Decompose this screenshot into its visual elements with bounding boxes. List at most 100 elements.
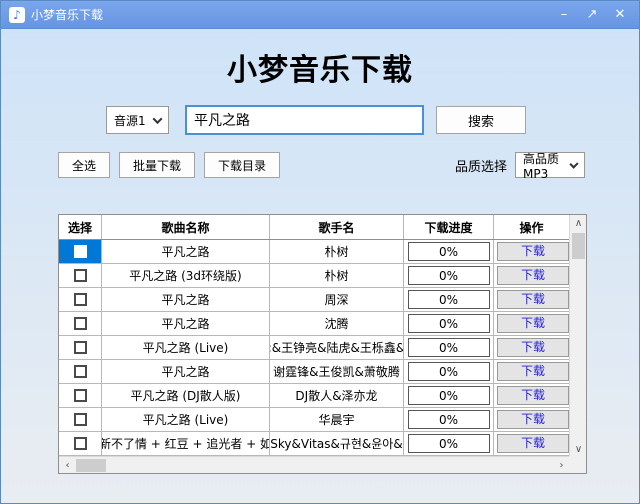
artist-name-cell: 沈腾: [270, 312, 404, 335]
grid-header-row: 选择 歌曲名称 歌手名 下载进度 操作: [59, 215, 569, 240]
scroll-right-icon[interactable]: ›: [553, 457, 570, 474]
row-checkbox[interactable]: [73, 437, 87, 450]
column-header-artist: 歌手名: [270, 215, 404, 239]
row-select-cell[interactable]: [59, 432, 102, 455]
row-checkbox[interactable]: [73, 317, 87, 330]
download-button[interactable]: 下载: [497, 266, 569, 285]
artist-name-cell: Sky&Vitas&규현&윤아&: [270, 432, 404, 455]
progress-cell: 0%: [404, 384, 494, 407]
progress-cell: 0%: [404, 408, 494, 431]
row-checkbox[interactable]: [73, 365, 87, 378]
minimize-button[interactable]: –: [557, 7, 571, 22]
quality-label: 品质选择: [454, 159, 507, 175]
select-all-button[interactable]: 全选: [58, 152, 111, 178]
row-select-cell[interactable]: [59, 360, 102, 383]
action-cell: 下载: [494, 360, 569, 383]
column-header-select: 选择: [59, 215, 102, 239]
progress-cell: 0%: [404, 288, 494, 311]
download-button[interactable]: 下载: [497, 362, 569, 381]
search-button[interactable]: 搜索: [436, 106, 526, 134]
progress-cell: 0%: [404, 240, 494, 263]
search-input[interactable]: [185, 105, 424, 135]
progress-box: 0%: [407, 338, 490, 357]
table-row: 平凡之路 (Live) ;&王铮亮&陆虎&王栎鑫& 0% 下载: [59, 336, 569, 360]
results-grid: 选择 歌曲名称 歌手名 下载进度 操作 平凡之路 朴树 0% 下载 平凡之路 (…: [58, 214, 587, 474]
search-row: 音源1 搜索: [106, 105, 639, 135]
download-button[interactable]: 下载: [497, 386, 569, 405]
song-name-cell: 平凡之路 (3d环绕版): [102, 264, 270, 287]
download-button[interactable]: 下载: [497, 242, 569, 261]
progress-box: 0%: [407, 290, 490, 309]
app-body: 小梦音乐下载 音源1 搜索 全选 批量下载 下载目录 品质选择 高品质MP3: [1, 29, 639, 503]
source-select-value: 音源1: [114, 113, 146, 128]
progress-box: 0%: [407, 242, 490, 261]
table-body: 平凡之路 朴树 0% 下载 平凡之路 (3d环绕版) 朴树 0% 下载 平凡之路…: [59, 240, 569, 456]
row-select-cell[interactable]: [59, 384, 102, 407]
quality-select-value: 高品质MP3: [523, 151, 560, 181]
table-row: 平凡之路 (3d环绕版) 朴树 0% 下载: [59, 264, 569, 288]
maximize-button[interactable]: ↗: [585, 7, 599, 22]
row-checkbox[interactable]: [73, 389, 87, 402]
scrollbar-corner: [569, 456, 586, 473]
batch-download-button[interactable]: 批量下载: [119, 152, 196, 178]
action-cell: 下载: [494, 408, 569, 431]
song-name-cell: 平凡之路 (DJ散人版): [102, 384, 270, 407]
row-checkbox[interactable]: [73, 413, 87, 426]
titlebar: ♪ 小梦音乐下载 – ↗ ✕: [1, 1, 639, 29]
artist-name-cell: 周深: [270, 288, 404, 311]
row-checkbox[interactable]: [73, 269, 87, 282]
action-cell: 下载: [494, 240, 569, 263]
row-checkbox[interactable]: [73, 293, 87, 306]
page-title: 小梦音乐下载: [227, 53, 413, 88]
window-title: 小梦音乐下载: [31, 8, 104, 22]
progress-box: 0%: [407, 266, 490, 285]
scroll-left-icon[interactable]: ‹: [59, 457, 76, 474]
download-button[interactable]: 下载: [497, 434, 569, 453]
progress-box: 0%: [407, 362, 490, 381]
artist-name-cell: 华晨宇: [270, 408, 404, 431]
action-cell: 下载: [494, 288, 569, 311]
row-checkbox[interactable]: [73, 245, 87, 258]
source-select[interactable]: 音源1: [106, 106, 169, 134]
scroll-up-icon[interactable]: ∧: [570, 215, 587, 232]
progress-box: 0%: [407, 386, 490, 405]
artist-name-cell: 谢霆锋&王俊凯&萧敬腾: [270, 360, 404, 383]
download-button[interactable]: 下载: [497, 338, 569, 357]
download-button[interactable]: 下载: [497, 290, 569, 309]
table-row: 平凡之路 朴树 0% 下载: [59, 240, 569, 264]
action-cell: 下载: [494, 336, 569, 359]
table-row: 平凡之路 谢霆锋&王俊凯&萧敬腾 0% 下载: [59, 360, 569, 384]
artist-name-cell: ;&王铮亮&陆虎&王栎鑫&: [270, 336, 404, 359]
row-select-cell[interactable]: [59, 240, 102, 263]
download-button[interactable]: 下载: [497, 410, 569, 429]
row-select-cell[interactable]: [59, 264, 102, 287]
row-select-cell[interactable]: [59, 408, 102, 431]
vertical-scroll-thumb[interactable]: [572, 233, 585, 259]
horizontal-scroll-thumb[interactable]: [76, 458, 106, 472]
song-name-cell: 平凡之路 (Live): [102, 336, 270, 359]
vertical-scrollbar[interactable]: ∧ ∨: [569, 215, 586, 458]
download-button[interactable]: 下载: [497, 314, 569, 333]
song-name-cell: 新不了情 + 红豆 + 追光者 + 如: [102, 432, 270, 455]
progress-cell: 0%: [404, 264, 494, 287]
column-header-song: 歌曲名称: [102, 215, 270, 239]
progress-box: 0%: [407, 410, 490, 429]
row-select-cell[interactable]: [59, 336, 102, 359]
grid-content: 选择 歌曲名称 歌手名 下载进度 操作 平凡之路 朴树 0% 下载 平凡之路 (…: [59, 215, 569, 456]
row-select-cell[interactable]: [59, 312, 102, 335]
close-button[interactable]: ✕: [613, 7, 627, 22]
download-dir-button[interactable]: 下载目录: [204, 152, 281, 178]
action-cell: 下载: [494, 312, 569, 335]
app-window: ♪ 小梦音乐下载 – ↗ ✕ 小梦音乐下载 音源1 搜索 全选 批量下载 下载目…: [0, 0, 640, 504]
progress-cell: 0%: [404, 432, 494, 455]
song-name-cell: 平凡之路 (Live): [102, 408, 270, 431]
horizontal-scrollbar[interactable]: ‹ ›: [59, 456, 570, 473]
row-select-cell[interactable]: [59, 288, 102, 311]
progress-cell: 0%: [404, 312, 494, 335]
progress-cell: 0%: [404, 360, 494, 383]
progress-cell: 0%: [404, 336, 494, 359]
progress-box: 0%: [407, 434, 490, 453]
quality-select[interactable]: 高品质MP3: [515, 151, 585, 181]
row-checkbox[interactable]: [73, 341, 87, 354]
artist-name-cell: 朴树: [270, 264, 404, 287]
